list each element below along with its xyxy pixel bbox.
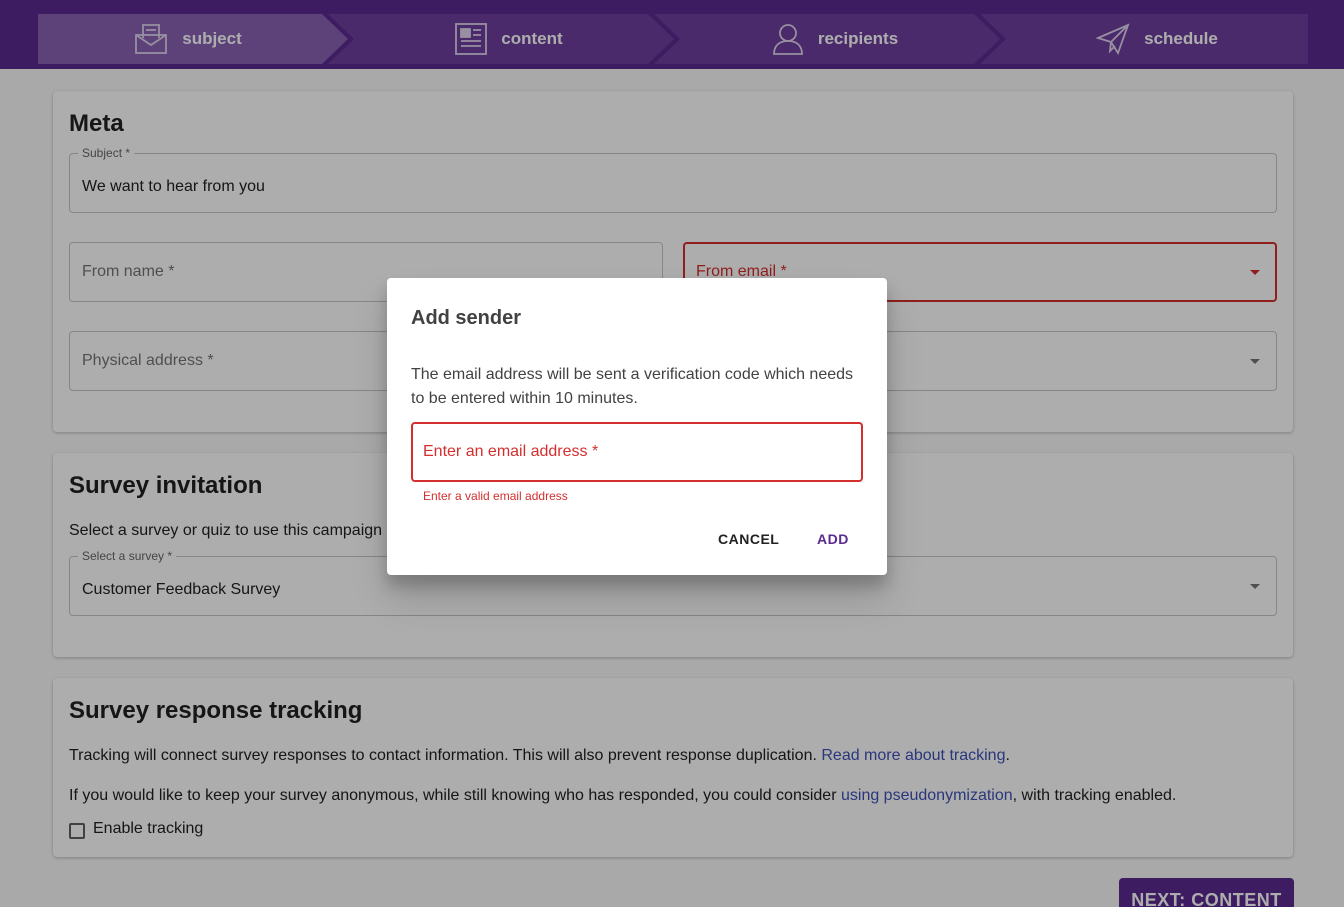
email-address-placeholder: Enter an email address * bbox=[423, 443, 599, 460]
add-button[interactable]: ADD bbox=[817, 531, 849, 547]
email-error-message: Enter a valid email address bbox=[423, 489, 568, 503]
dialog-title: Add sender bbox=[411, 307, 522, 329]
email-address-input[interactable]: Enter an email address * bbox=[411, 422, 863, 482]
dialog-description: The email address will be sent a verific… bbox=[411, 366, 854, 407]
add-sender-dialog: Add sender The email address will be sen… bbox=[387, 278, 887, 575]
cancel-button[interactable]: CANCEL bbox=[718, 531, 779, 547]
